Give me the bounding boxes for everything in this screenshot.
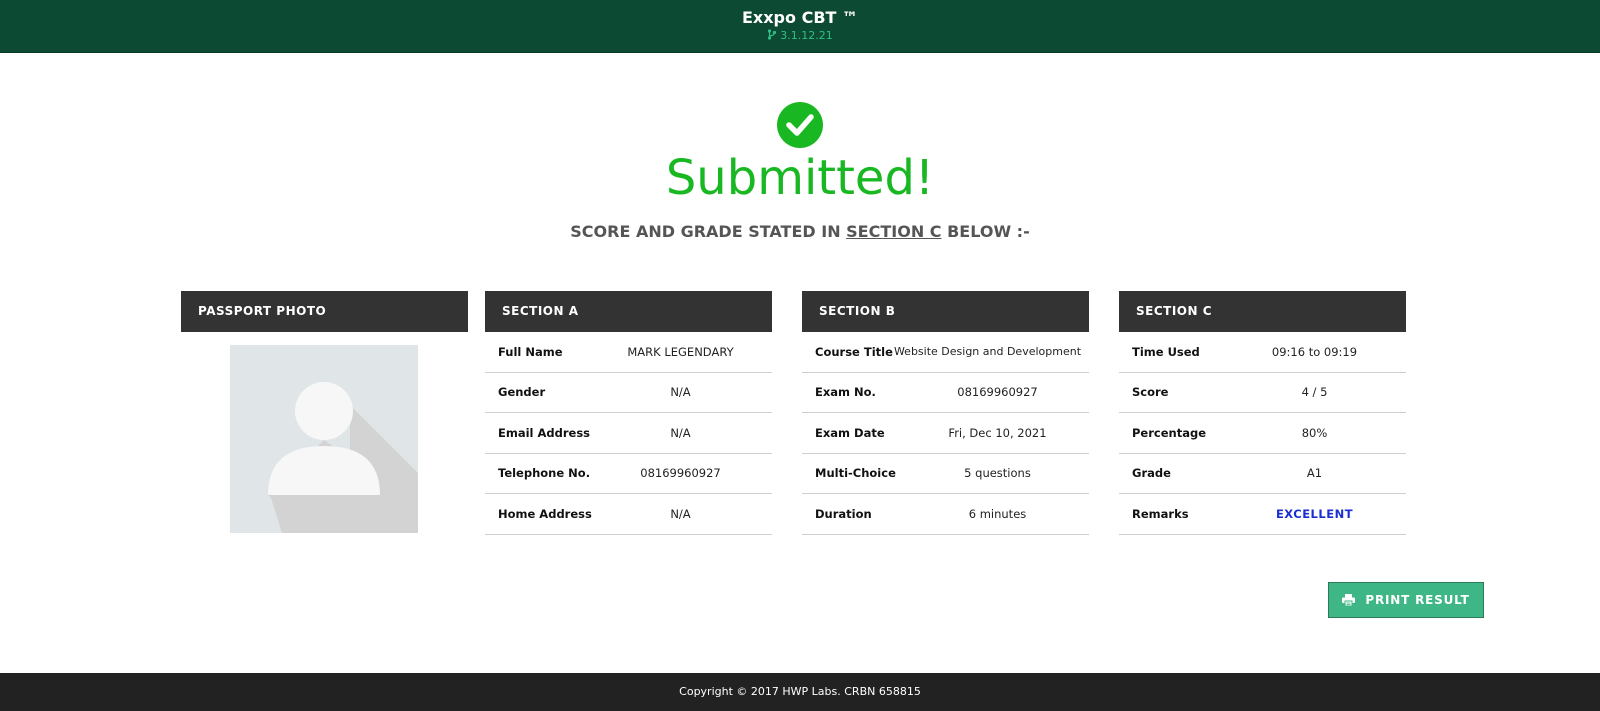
remarks-value: EXCELLENT [1275, 506, 1354, 521]
row-value: N/A [670, 506, 691, 521]
section-a-panel: SECTION A Full Name MARK LEGENDARY Gender… [485, 291, 772, 535]
row-value: N/A [670, 385, 691, 400]
print-result-button[interactable]: PRINT RESULT [1328, 582, 1484, 618]
version-label: 3.1.12.21 [0, 29, 1600, 42]
row-label: Remarks [1132, 506, 1189, 521]
row-value: 4 / 5 [1301, 385, 1328, 400]
table-row: Duration 6 minutes [802, 494, 1089, 535]
table-row: Exam No. 08169960927 [802, 373, 1089, 413]
row-value: 6 minutes [968, 506, 1027, 521]
table-row: Course Title Website Design and Developme… [802, 332, 1089, 373]
row-value: 08169960927 [640, 466, 721, 481]
row-label: Multi-Choice [815, 466, 896, 481]
row-label: Course Title [815, 344, 893, 359]
table-row: Full Name MARK LEGENDARY [485, 332, 772, 373]
table-row: Telephone No. 08169960927 [485, 454, 772, 494]
passport-panel-title: PASSPORT PHOTO [181, 291, 468, 332]
code-branch-icon [768, 29, 777, 40]
row-label: Gender [498, 385, 546, 400]
passport-panel: PASSPORT PHOTO [181, 291, 468, 332]
section-c-link: SECTION C [846, 222, 942, 241]
row-label: Full Name [498, 344, 563, 359]
section-a-title: SECTION A [485, 291, 772, 332]
table-row: Time Used 09:16 to 09:19 [1119, 332, 1406, 373]
check-circle-icon [777, 102, 823, 148]
print-result-label: PRINT RESULT [1365, 593, 1470, 607]
section-b-panel: SECTION B Course Title Website Design and… [802, 291, 1089, 535]
row-label: Duration [815, 506, 872, 521]
row-label: Score [1132, 385, 1169, 400]
subline-prefix: SCORE AND GRADE STATED IN [570, 222, 847, 241]
row-value: 09:16 to 09:19 [1271, 344, 1358, 359]
row-value: N/A [670, 425, 691, 440]
app-title: Exxpo CBT ™ [741, 8, 858, 27]
subline-suffix: BELOW :- [941, 222, 1030, 241]
row-label: Email Address [498, 425, 591, 440]
table-row: Email Address N/A [485, 413, 772, 454]
footer: Copyright © 2017 HWP Labs. CRBN 658815 [0, 673, 1600, 711]
row-value: 80% [1301, 425, 1328, 440]
table-row: Multi-Choice 5 questions [802, 454, 1089, 494]
row-label: Percentage [1132, 425, 1206, 440]
version-number: 3.1.12.21 [780, 29, 833, 42]
row-value: Fri, Dec 10, 2021 [948, 425, 1047, 440]
row-value: 08169960927 [957, 385, 1038, 400]
row-value: 5 questions [964, 466, 1031, 481]
table-row: Percentage 80% [1119, 413, 1406, 454]
row-value: MARK LEGENDARY [627, 344, 734, 359]
table-row: Home Address N/A [485, 494, 772, 535]
row-value: A1 [1306, 466, 1323, 481]
row-label: Exam Date [815, 425, 885, 440]
row-label: Grade [1132, 466, 1171, 481]
top-header: Exxpo CBT ™ 3.1.12.21 [0, 0, 1600, 53]
table-row: Score 4 / 5 [1119, 373, 1406, 413]
section-b-title: SECTION B [802, 291, 1089, 332]
status-subline: SCORE AND GRADE STATED IN SECTION C BELO… [0, 222, 1600, 241]
table-row: Grade A1 [1119, 454, 1406, 494]
row-label: Telephone No. [498, 466, 591, 481]
row-label: Home Address [498, 506, 592, 521]
status-headline: Submitted! [665, 150, 935, 206]
table-row: Gender N/A [485, 373, 772, 413]
avatar-placeholder-icon [268, 382, 418, 533]
row-label: Exam No. [815, 385, 876, 400]
table-row: Remarks EXCELLENT [1119, 494, 1406, 535]
footer-copyright: Copyright © 2017 HWP Labs. CRBN 658815 [679, 685, 921, 698]
section-c-title: SECTION C [1119, 291, 1406, 332]
table-row: Exam Date Fri, Dec 10, 2021 [802, 413, 1089, 454]
row-label: Time Used [1132, 344, 1200, 359]
row-value: Website Design and Development [893, 345, 1082, 359]
section-c-panel: SECTION C Time Used 09:16 to 09:19 Score 4… [1119, 291, 1406, 535]
passport-photo [230, 345, 418, 533]
printer-icon [1342, 594, 1356, 606]
